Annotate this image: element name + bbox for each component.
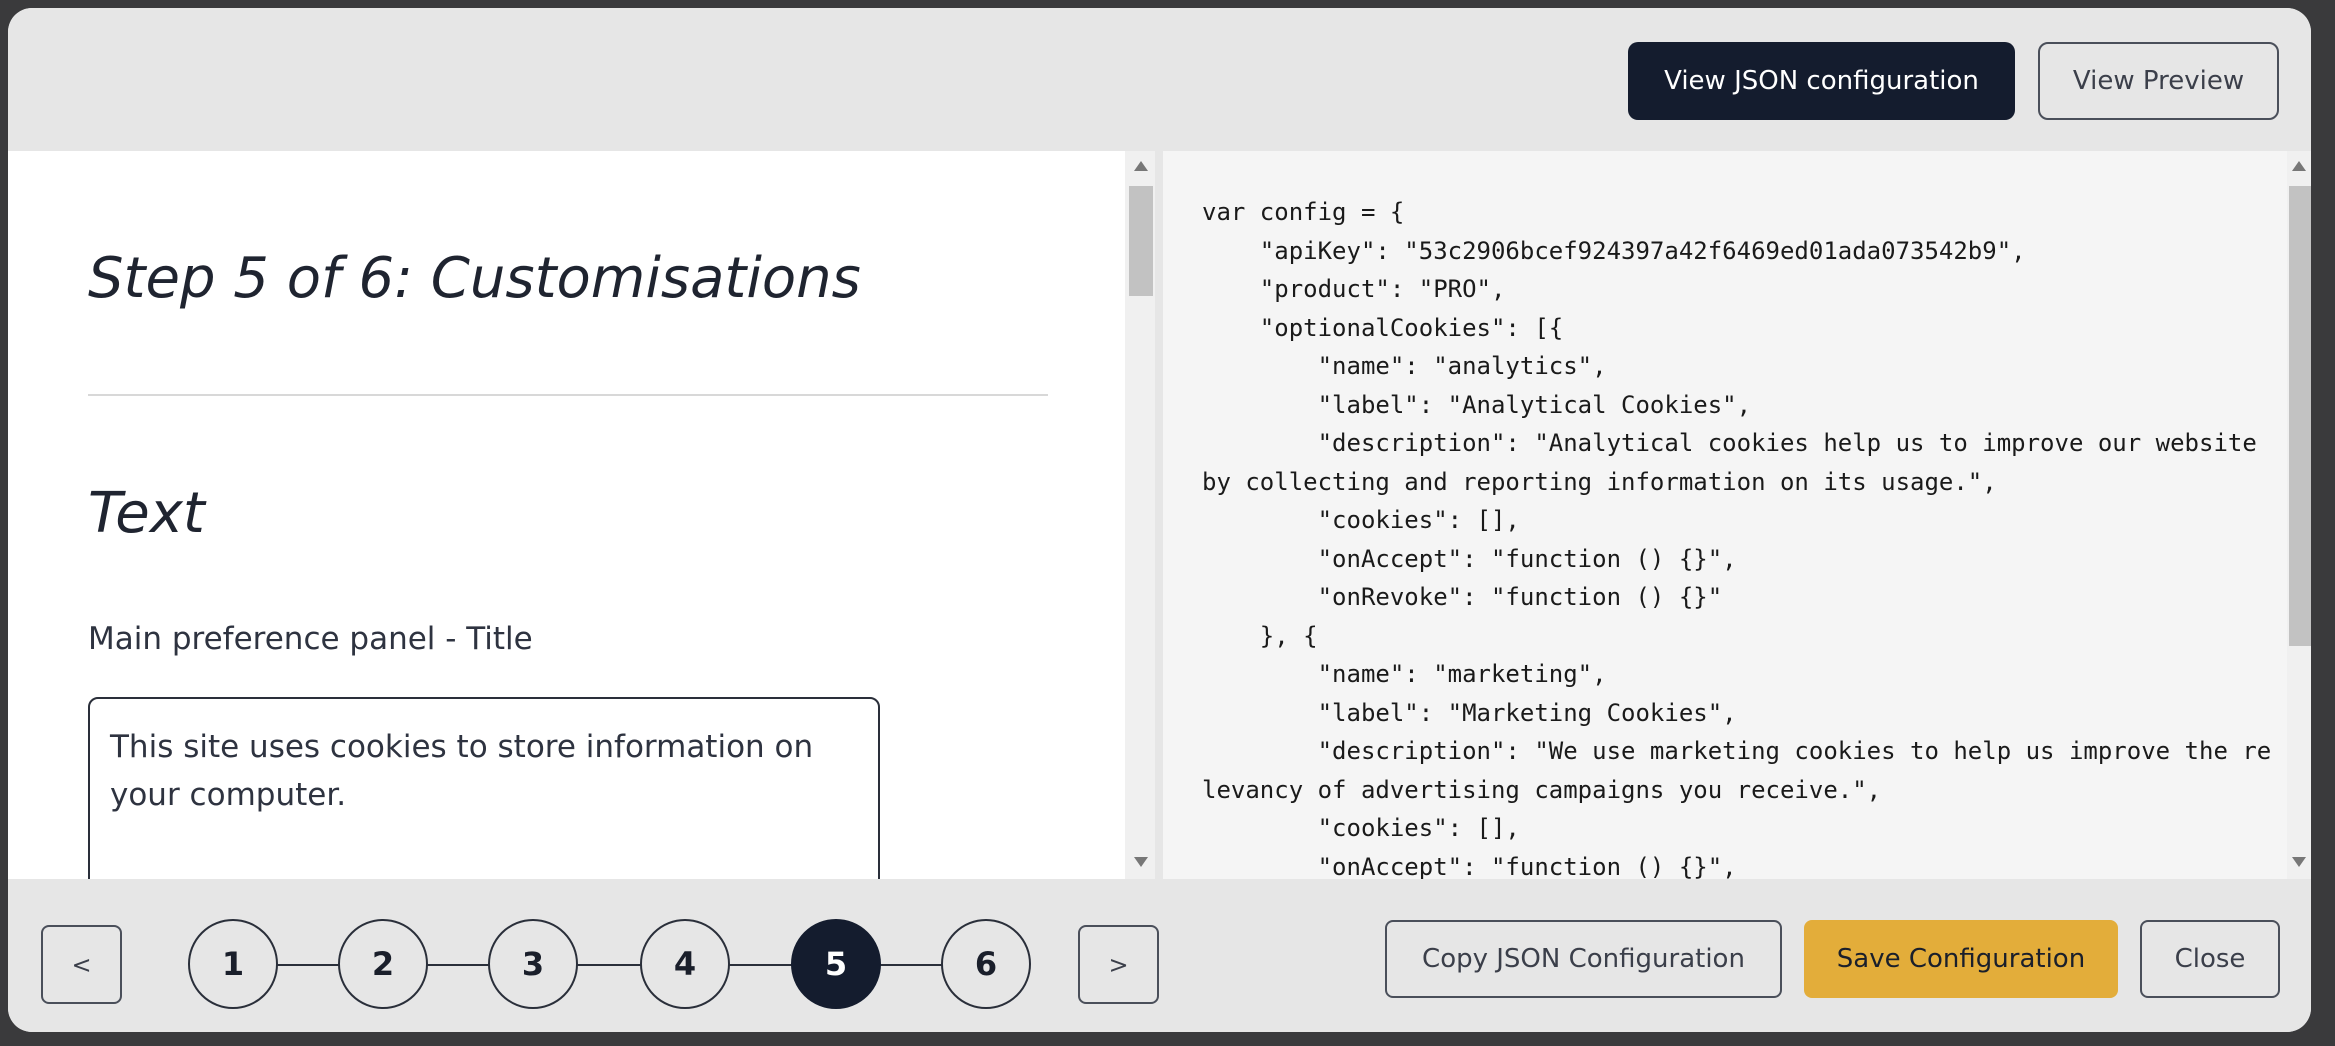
- step-2[interactable]: 2: [338, 919, 428, 1009]
- code-line: "label": "Analytical Cookies",: [1202, 390, 1752, 419]
- previous-step-button[interactable]: <: [41, 925, 122, 1004]
- code-line: var config = {: [1202, 198, 1405, 226]
- code-line: "label": "Marketing Cookies",: [1202, 698, 1737, 727]
- scrollbar-thumb[interactable]: [1129, 186, 1153, 296]
- json-code-pane: var config = { "apiKey": "53c2906bcef924…: [1163, 151, 2287, 879]
- json-code-block: var config = { "apiKey": "53c2906bcef924…: [1202, 193, 2282, 879]
- scroll-up-arrow-icon[interactable]: [1134, 161, 1148, 171]
- modal-header: View JSON configuration View Preview: [8, 8, 2311, 151]
- view-json-button[interactable]: View JSON configuration: [1628, 42, 2015, 120]
- form-pane: Step 5 of 6: Customisations Text Main pr…: [8, 151, 1125, 879]
- code-line: "product": "PRO",: [1202, 275, 1506, 303]
- code-scrollbar[interactable]: [2287, 151, 2311, 879]
- section-title: Text: [88, 481, 205, 546]
- code-line: "apiKey": "53c2906bcef924397a42f6469ed01…: [1202, 236, 2026, 265]
- code-line: }, {: [1202, 621, 1318, 650]
- next-step-button[interactable]: >: [1078, 925, 1159, 1004]
- scrollbar-thumb[interactable]: [2289, 186, 2311, 646]
- scroll-up-arrow-icon[interactable]: [2292, 161, 2306, 171]
- code-line: "onAccept": "function () {}",: [1202, 852, 1737, 880]
- form-scrollbar[interactable]: [1125, 151, 1155, 879]
- step-title: Step 5 of 6: Customisations: [88, 246, 861, 311]
- scroll-down-arrow-icon[interactable]: [2292, 857, 2306, 867]
- field-label: Main preference panel - Title: [88, 621, 533, 657]
- code-line: "name": "analytics",: [1202, 352, 1607, 380]
- configuration-modal: View JSON configuration View Preview Ste…: [8, 8, 2311, 1032]
- code-line: "name": "marketing",: [1202, 660, 1607, 688]
- step-4[interactable]: 4: [640, 919, 730, 1009]
- copy-json-button[interactable]: Copy JSON Configuration: [1385, 920, 1782, 998]
- divider: [88, 394, 1048, 396]
- step-5[interactable]: 5: [791, 919, 881, 1009]
- step-3[interactable]: 3: [488, 919, 578, 1009]
- code-line: "description": "We use marketing cookies…: [1202, 737, 2272, 804]
- save-configuration-button[interactable]: Save Configuration: [1804, 920, 2118, 998]
- code-line: "description": "Analytical cookies help …: [1202, 429, 2272, 496]
- close-button[interactable]: Close: [2140, 920, 2280, 998]
- code-line: "optionalCookies": [{: [1202, 313, 1564, 342]
- code-line: "onRevoke": "function () {}": [1202, 583, 1723, 611]
- code-line: "cookies": [],: [1202, 506, 1520, 534]
- step-1[interactable]: 1: [188, 919, 278, 1009]
- modal-footer: < 1 2 3 4 5 6 > Copy JSON Configuration …: [8, 879, 2311, 1032]
- code-line: "cookies": [],: [1202, 814, 1520, 842]
- view-preview-button[interactable]: View Preview: [2038, 42, 2279, 120]
- step-6[interactable]: 6: [941, 919, 1031, 1009]
- scroll-down-arrow-icon[interactable]: [1134, 857, 1148, 867]
- code-line: "onAccept": "function () {}",: [1202, 544, 1737, 573]
- title-textarea[interactable]: This site uses cookies to store informat…: [88, 697, 880, 879]
